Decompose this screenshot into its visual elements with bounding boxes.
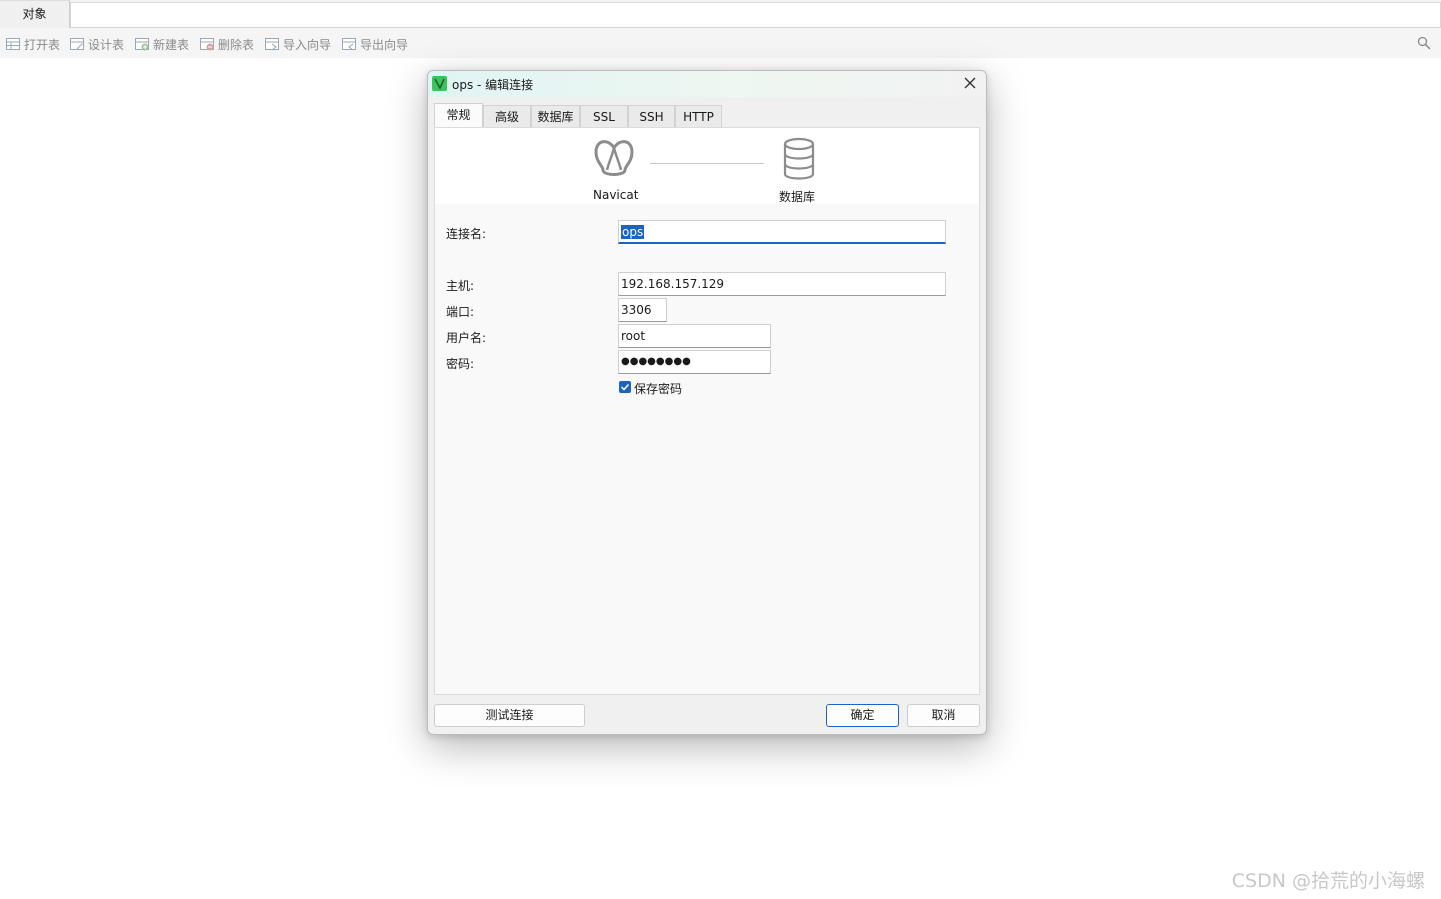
- username-input[interactable]: root: [618, 324, 771, 348]
- tab-bar-fill: [70, 2, 1441, 27]
- general-panel: Navicat 数据库 连接名: ops 主机: 192.168.157.129…: [434, 127, 980, 695]
- delete-table-label: 删除表: [218, 37, 255, 52]
- database-label: 数据库: [779, 190, 816, 204]
- new-table-icon: [135, 38, 149, 51]
- test-connection-button[interactable]: 测试连接: [434, 704, 585, 727]
- connection-diagram: Navicat 数据库: [435, 128, 979, 204]
- username-label: 用户名:: [446, 331, 487, 345]
- delete-table-button[interactable]: 删除表: [200, 36, 254, 52]
- navicat-logo-icon: [594, 140, 634, 176]
- open-table-icon: [6, 38, 20, 50]
- tab-advanced[interactable]: 高级: [483, 105, 531, 127]
- password-input[interactable]: ●●●●●●●●: [618, 350, 771, 374]
- watermark: CSDN @拾荒的小海螺: [1231, 870, 1425, 892]
- tab-general[interactable]: 常规: [434, 103, 483, 127]
- tab-objects[interactable]: 对象: [0, 0, 70, 28]
- export-wizard-label: 导出向导: [360, 37, 409, 52]
- connection-name-label: 连接名:: [446, 227, 487, 241]
- checkmark-icon: [620, 383, 630, 391]
- password-label: 密码:: [446, 357, 475, 371]
- navicat-app-icon: [432, 76, 447, 91]
- tab-database[interactable]: 数据库: [531, 105, 580, 127]
- import-wizard-button[interactable]: 导入向导: [265, 36, 331, 52]
- port-input[interactable]: 3306: [618, 298, 667, 322]
- save-password-checkbox[interactable]: [619, 381, 631, 393]
- cancel-button[interactable]: 取消: [907, 704, 980, 727]
- connection-name-input[interactable]: ops: [618, 220, 946, 244]
- close-icon[interactable]: [962, 75, 978, 91]
- database-icon: [783, 137, 815, 180]
- edit-connection-dialog: ops - 编辑连接 常规 高级 数据库 SSL SSH HTTP Navica…: [427, 70, 987, 735]
- open-table-label: 打开表: [24, 37, 61, 52]
- delete-table-icon: [200, 38, 214, 51]
- export-wizard-button[interactable]: 导出向导: [342, 36, 408, 52]
- import-wizard-icon: [265, 38, 279, 51]
- dialog-title: ops - 编辑连接: [452, 78, 534, 92]
- navicat-label: Navicat: [593, 188, 639, 202]
- host-input[interactable]: 192.168.157.129: [618, 272, 946, 296]
- object-toolbar: 打开表 设计表 新建表 删除表 导入向导 导出向导: [0, 28, 1441, 58]
- host-label: 主机:: [446, 279, 475, 293]
- design-table-button[interactable]: 设计表: [70, 36, 124, 52]
- top-tab-bar: 对象: [0, 0, 1441, 28]
- connection-name-value: ops: [621, 225, 645, 239]
- ok-button[interactable]: 确定: [826, 704, 899, 727]
- save-password-label: 保存密码: [634, 382, 683, 396]
- dialog-titlebar: ops - 编辑连接: [428, 71, 986, 97]
- open-table-button[interactable]: 打开表: [6, 36, 60, 52]
- new-table-label: 新建表: [153, 37, 190, 52]
- tab-ssh[interactable]: SSH: [628, 105, 675, 127]
- new-table-button[interactable]: 新建表: [135, 36, 189, 52]
- port-label: 端口:: [446, 305, 475, 319]
- connection-line: [650, 163, 764, 164]
- design-table-label: 设计表: [88, 37, 125, 52]
- export-wizard-icon: [342, 38, 356, 51]
- search-icon[interactable]: [1417, 36, 1431, 50]
- tab-ssl[interactable]: SSL: [580, 105, 628, 127]
- tab-http[interactable]: HTTP: [675, 105, 722, 127]
- import-wizard-label: 导入向导: [283, 37, 332, 52]
- design-table-icon: [70, 38, 84, 50]
